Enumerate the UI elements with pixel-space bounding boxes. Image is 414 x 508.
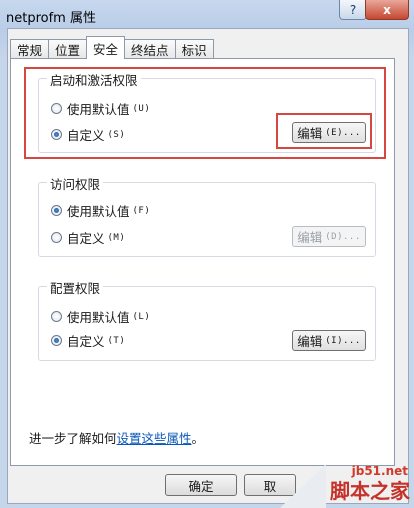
access-edit-button[interactable]: 编辑 (D)...: [292, 226, 366, 247]
radio-label: 自定义: [67, 334, 105, 349]
access-key: (F): [132, 205, 151, 216]
help-button[interactable]: ?: [339, 0, 367, 20]
tab-identity[interactable]: 标识: [174, 39, 214, 59]
access-key: (I)...: [325, 335, 361, 346]
access-key: (T): [107, 335, 126, 346]
learn-more-prefix: 进一步了解如何: [29, 431, 117, 446]
tab-strip: 常规 位置 安全 终结点 标识: [10, 36, 214, 59]
radio-label: 自定义: [67, 128, 105, 143]
window-title: netprofm 属性: [6, 11, 96, 26]
launch-group-title: 启动和激活权限: [47, 70, 141, 89]
properties-window: netprofm 属性 ? x 常规 位置 安全 终结点 标识 启动和激活权限 …: [0, 0, 414, 508]
config-edit-button[interactable]: 编辑 (I)...: [292, 330, 366, 351]
radio-label: 使用默认值: [67, 204, 130, 219]
tab-endpoints[interactable]: 终结点: [124, 39, 176, 59]
access-key: (U): [132, 103, 151, 114]
security-tab-panel: 启动和激活权限 使用默认值 (U) 自定义 (S) 编辑 (E)... 访问权限…: [10, 58, 395, 466]
config-default-radio[interactable]: [51, 311, 62, 322]
access-default-radio-row[interactable]: 使用默认值 (F): [51, 201, 150, 220]
learn-more-text: 进一步了解如何设置这些属性。: [29, 428, 204, 447]
access-key: (D)...: [325, 231, 361, 242]
launch-default-radio-row[interactable]: 使用默认值 (U): [51, 99, 150, 118]
config-default-radio-row[interactable]: 使用默认值 (L): [51, 307, 150, 326]
access-group-title: 访问权限: [47, 174, 104, 193]
access-key: (E)...: [325, 127, 361, 138]
access-key: (S): [107, 129, 126, 140]
config-group-title: 配置权限: [47, 278, 104, 297]
access-custom-radio-row[interactable]: 自定义 (M): [51, 228, 125, 247]
config-permissions-group: 配置权限 使用默认值 (L) 自定义 (T) 编辑 (I)...: [38, 278, 376, 361]
learn-more-link[interactable]: 设置这些属性: [117, 431, 192, 446]
site-watermark: jb51.net 脚本之家: [280, 448, 414, 508]
launch-edit-button[interactable]: 编辑 (E)...: [292, 122, 366, 143]
launch-default-radio[interactable]: [51, 103, 62, 114]
access-custom-radio[interactable]: [51, 232, 62, 243]
page-curl-icon: [280, 464, 326, 508]
launch-permissions-group: 启动和激活权限 使用默认值 (U) 自定义 (S) 编辑 (E)...: [38, 70, 376, 153]
watermark-name: 脚本之家: [330, 479, 410, 503]
button-label: 编辑: [297, 230, 323, 245]
button-label: 编辑: [297, 126, 323, 141]
access-default-radio[interactable]: [51, 205, 62, 216]
config-custom-radio-row[interactable]: 自定义 (T): [51, 331, 125, 350]
access-permissions-group: 访问权限 使用默认值 (F) 自定义 (M) 编辑 (D)...: [38, 174, 376, 257]
radio-label: 使用默认值: [67, 310, 130, 325]
tab-location[interactable]: 位置: [48, 39, 88, 59]
radio-label: 使用默认值: [67, 102, 130, 117]
config-custom-radio[interactable]: [51, 335, 62, 346]
radio-label: 自定义: [67, 231, 105, 246]
button-label: 编辑: [297, 334, 323, 349]
access-key: (M): [107, 232, 126, 243]
tab-general[interactable]: 常规: [10, 39, 50, 59]
launch-custom-radio[interactable]: [51, 129, 62, 140]
access-key: (L): [132, 311, 151, 322]
learn-more-suffix: 。: [191, 431, 205, 446]
tab-security[interactable]: 安全: [86, 36, 126, 59]
close-button[interactable]: x: [365, 0, 409, 20]
launch-custom-radio-row[interactable]: 自定义 (S): [51, 125, 125, 144]
ok-button[interactable]: 确定: [165, 474, 237, 496]
